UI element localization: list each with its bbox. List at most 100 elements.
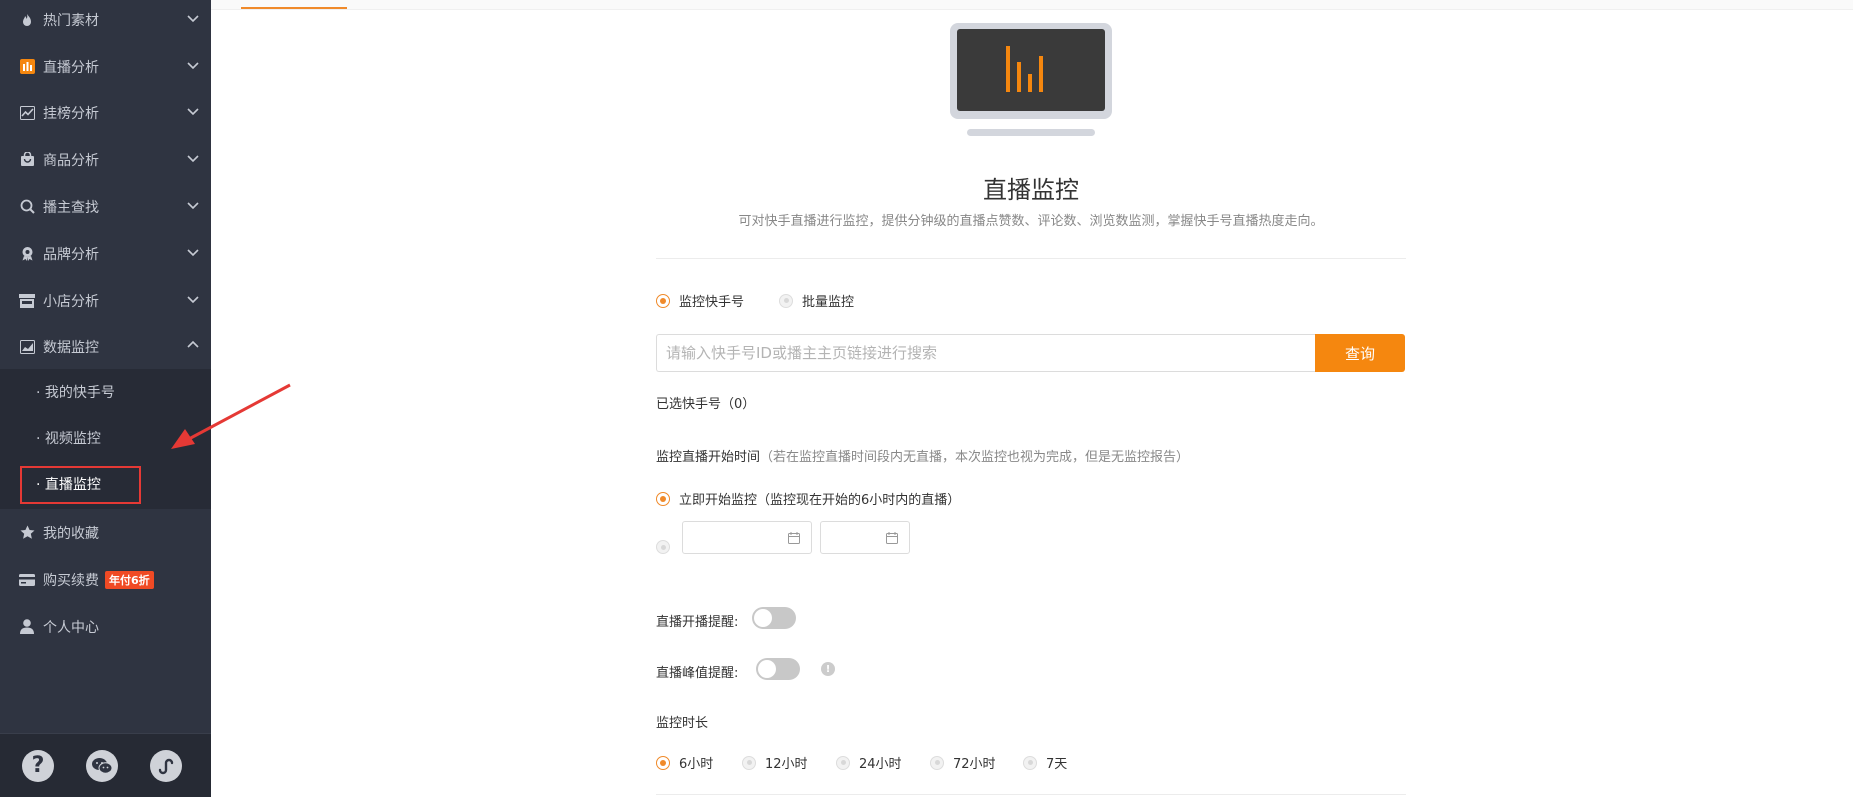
radio-dot[interactable] [930,755,944,770]
sidebar-item-favorites[interactable]: 我的收藏 [0,509,211,556]
live-peak-alert-label: 直播峰值提醒: [656,666,739,681]
sidebar-item-product-analysis[interactable]: 商品分析 [0,136,211,183]
sidebar-item-profile[interactable]: 个人中心 [0,603,211,650]
submenu-item-label: · 视频监控 [36,431,101,447]
mini-program-icon[interactable] [150,750,182,782]
sidebar-item-data-monitor[interactable]: 数据监控 [0,323,211,370]
page-title: 直播监控 [983,176,1079,204]
divider [656,794,1406,795]
sidebar-item-ranking-analysis[interactable]: 挂榜分析 [0,89,211,136]
radio-dot-selected[interactable] [656,293,670,308]
wechat-icon[interactable] [86,750,118,782]
help-icon[interactable]: ? [22,750,54,782]
radio-label: 6小时 [679,757,714,772]
chevron-up-icon [187,340,199,348]
start-time-note: （若在监控直播时间段内无直播，本次监控也视为完成，但是无监控报告） [760,450,1190,465]
card-icon [18,571,36,589]
info-icon[interactable]: ! [821,662,835,676]
trend-icon [18,104,36,122]
sidebar-item-label: 购买续费 [43,572,99,589]
radio-label: 12小时 [765,757,808,772]
query-button[interactable]: 查询 [1315,334,1405,372]
radio-duration-6h[interactable]: 6小时 [656,753,713,772]
sidebar-item-brand-analysis[interactable]: 品牌分析 [0,230,211,277]
start-time-label-row: 监控直播开始时间（若在监控直播时间段内无直播，本次监控也视为完成，但是无监控报告… [656,446,1189,465]
end-date-picker[interactable] [820,521,910,554]
radio-dot[interactable] [836,755,850,770]
page-description: 可对快手直播进行监控，提供分钟级的直播点赞数、评论数、浏览数监测，掌握快手号直播… [738,214,1324,229]
chevron-down-icon [187,108,199,116]
duration-label: 监控时长 [656,716,709,731]
search-icon [18,198,36,216]
radio-dot[interactable] [1023,755,1037,770]
radio-duration-12h[interactable]: 12小时 [742,753,808,772]
radio-dot[interactable] [742,755,756,770]
calendar-icon [788,532,800,544]
chevron-down-icon [187,249,199,257]
sidebar-item-label: 挂榜分析 [43,105,99,122]
radio-label: 24小时 [859,757,902,772]
bag-icon [18,151,36,169]
sidebar-item-label: 个人中心 [43,619,99,636]
sidebar-item-shop-analysis[interactable]: 小店分析 [0,277,211,324]
live-monitor-illustration [950,23,1112,136]
sidebar-item-label: 小店分析 [43,293,99,310]
start-time-label: 监控直播开始时间 [656,450,761,465]
discount-badge: 年付6折 [105,570,154,589]
radio-dot[interactable] [779,293,793,308]
radio-duration-7d[interactable]: 7天 [1023,753,1067,772]
toggle-knob [754,609,772,627]
sidebar-item-host-search[interactable]: 播主查找 [0,183,211,230]
radio-label: 7天 [1046,757,1068,772]
annotation-arrow [171,383,291,449]
toggle-knob [758,660,776,678]
top-tab-bar [211,0,1853,10]
live-start-alert-toggle[interactable] [752,607,796,629]
radio-duration-72h[interactable]: 72小时 [930,753,996,772]
sidebar-item-label: 品牌分析 [43,246,99,263]
award-icon [18,245,36,263]
live-peak-alert-toggle[interactable] [756,658,800,680]
radio-label: 72小时 [953,757,996,772]
store-icon [18,292,36,310]
radio-start-immediately[interactable]: 立即开始监控（监控现在开始的6小时内的直播） [656,489,960,508]
radio-monitor-account[interactable]: 监控快手号 [656,291,744,310]
flame-icon [18,11,36,29]
sidebar-item-label: 我的收藏 [43,525,99,542]
active-tab-indicator [241,7,347,9]
sidebar-item-label: 商品分析 [43,152,99,169]
search-input[interactable] [656,334,1315,372]
selected-count-label: 已选快手号（0） [656,397,756,412]
user-icon [18,618,36,636]
chevron-down-icon [187,296,199,304]
radio-dot[interactable] [656,540,670,554]
annotation-highlight-box [20,466,141,504]
chevron-down-icon [187,155,199,163]
radio-duration-24h[interactable]: 24小时 [836,753,902,772]
bar-chart-icon [18,58,36,76]
chevron-down-icon [187,62,199,70]
star-icon [18,524,36,542]
monitor-chart-icon [18,338,36,356]
radio-label: 监控快手号 [679,295,745,310]
live-start-alert-label: 直播开播提醒: [656,615,739,630]
submenu-item-label: · 我的快手号 [36,385,115,401]
sidebar-item-label: 热门素材 [43,12,99,29]
chevron-down-icon [187,15,199,23]
sidebar-footer: ? [0,733,211,797]
radio-dot-selected[interactable] [656,755,670,770]
chevron-down-icon [187,202,199,210]
radio-custom-time[interactable] [656,540,679,554]
sidebar-item-label: 数据监控 [43,339,99,356]
radio-label: 批量监控 [802,295,855,310]
sidebar-item-live-analysis[interactable]: 直播分析 [0,43,211,90]
radio-batch-monitor[interactable]: 批量监控 [779,291,854,310]
start-date-picker[interactable] [682,521,812,554]
sidebar-item-purchase[interactable]: 购买续费 年付6折 [0,556,211,603]
radio-dot-selected[interactable] [656,491,670,506]
sidebar-item-label: 播主查找 [43,199,99,216]
sidebar-item-label: 直播分析 [43,59,99,76]
calendar-icon [886,532,898,544]
sidebar-item-hot-material[interactable]: 热门素材 [0,0,211,43]
radio-label: 立即开始监控（监控现在开始的6小时内的直播） [679,493,961,508]
